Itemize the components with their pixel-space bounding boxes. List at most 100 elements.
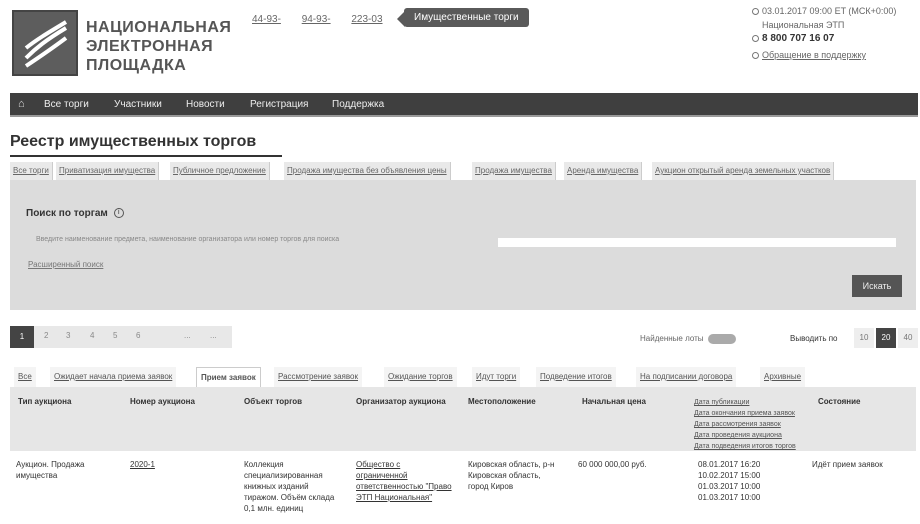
page-6[interactable]: 6 (136, 331, 140, 340)
col-location[interactable]: Местоположение (468, 397, 536, 406)
current-datetime: 03.01.2017 09:00 ET (МСК+0:00) (762, 6, 897, 16)
col-organizer[interactable]: Организатор аукциона (356, 397, 446, 406)
status-tab-all[interactable]: Все (14, 367, 36, 387)
cell-location-line-1: Кировская область, р-н (468, 460, 555, 469)
page-2[interactable]: 2 (44, 331, 48, 340)
per-page-label: Выводить по (790, 334, 838, 343)
nav-participants[interactable]: Участники (114, 99, 162, 110)
col-date-results[interactable]: Дата подведения итогов торгов (694, 441, 796, 452)
status-tab-results[interactable]: Подведение итогов (536, 367, 616, 387)
col-number[interactable]: Номер аукциона (130, 397, 195, 406)
phone-icon (752, 34, 759, 42)
contact-label: Национальная ЭТП (762, 20, 845, 30)
info-icon[interactable]: i (113, 208, 124, 219)
cell-date-3: 01.03.2017 10:00 (698, 482, 761, 491)
status-tab-in-progress[interactable]: Идут торги (472, 367, 521, 387)
phone-link-2[interactable]: 94-93- (302, 14, 331, 25)
page-3[interactable]: 3 (66, 331, 70, 340)
search-title: Поиск по торгам i (26, 208, 124, 219)
cell-location-line-2: Кировская область, (468, 471, 541, 480)
cell-date-2: 10.02.2017 15:00 (698, 471, 761, 480)
nav-news[interactable]: Новости (186, 99, 225, 110)
category-tab-public-offer[interactable]: Публичное предложение (170, 162, 270, 180)
per-page-10[interactable]: 10 (854, 328, 874, 348)
found-lots-label: Найденные лоты (640, 334, 704, 344)
support-phone[interactable]: 8 800 707 16 07 (762, 33, 834, 44)
main-navbar: ⌂ Все торги Участники Новости Регистраци… (10, 93, 918, 117)
table-row[interactable]: Аукцион. Продажа имущества 2020-1 Коллек… (10, 457, 916, 524)
nav-registration[interactable]: Регистрация (250, 99, 308, 110)
phone-link-3[interactable]: 223-03 (351, 14, 382, 25)
col-date-review[interactable]: Дата рассмотрения заявок (694, 419, 796, 430)
col-date-auction[interactable]: Дата проведения аукциона (694, 430, 796, 441)
extended-search-link[interactable]: Расширенный поиск (28, 260, 103, 269)
cell-organizer-line-3: ответственностью "Право (356, 482, 452, 491)
logo-line-1: НАЦИОНАЛЬНАЯ (86, 19, 232, 36)
col-price[interactable]: Начальная цена (582, 397, 646, 406)
cell-number[interactable]: 2020-1 (130, 459, 155, 470)
support-link[interactable]: Обращение в поддержку (762, 50, 866, 60)
phone-link-1[interactable]: 44-93- (252, 14, 281, 25)
cell-price: 60 000 000,00 руб. (578, 460, 647, 469)
home-icon[interactable]: ⌂ (18, 98, 25, 110)
col-object[interactable]: Объект торгов (244, 397, 302, 406)
logo-line-3: ПЛОЩАДКА (86, 57, 187, 74)
cell-dates: 08.01.2017 16:20 10.02.2017 15:00 01.03.… (698, 459, 760, 503)
found-lots: Найденные лоты (640, 334, 736, 344)
category-tab-rent[interactable]: Аренда имущества (564, 162, 643, 180)
search-input[interactable] (498, 238, 896, 247)
status-tab-review[interactable]: Рассмотрение заявок (274, 367, 362, 387)
cell-date-4: 01.03.2017 10:00 (698, 493, 761, 502)
category-tab-no-price[interactable]: Продажа имущества без объявления цены (284, 162, 451, 180)
col-date-end-accept[interactable]: Дата окончания приема заявок (694, 408, 796, 419)
found-count-badge (707, 334, 736, 344)
col-date-publication[interactable]: Дата публикации (694, 397, 796, 408)
nav-support[interactable]: Поддержка (332, 99, 384, 110)
logo-text: НАЦИОНАЛЬНАЯ ЭЛЕКТРОННАЯ ПЛОЩАДКА (86, 18, 231, 75)
status-tab-signing[interactable]: На подписании договора (636, 367, 737, 387)
cell-object-line-4: тиражом. Объём склада (244, 493, 335, 502)
question-icon (752, 52, 759, 60)
tab-property-auctions[interactable]: Имущественные торги (404, 8, 529, 27)
status-tab-awaiting[interactable]: Ожидает начала приема заявок (50, 367, 177, 387)
cell-organizer-line-2: ограниченной (356, 471, 408, 480)
cell-object-line-5: 0,1 млн. единиц (244, 504, 304, 513)
status-tab-accepting[interactable]: Прием заявок (196, 367, 261, 387)
cell-object-line-2: специализированная (244, 471, 323, 480)
page-title: Реестр имущественных торгов (10, 131, 282, 157)
table-header: Тип аукциона Номер аукциона Объект торго… (10, 387, 916, 451)
logo-icon[interactable] (12, 10, 78, 76)
per-page-40[interactable]: 40 (898, 328, 918, 348)
clock-icon (752, 8, 759, 16)
header: НАЦИОНАЛЬНАЯ ЭЛЕКТРОННАЯ ПЛОЩАДКА 44-93-… (0, 0, 920, 90)
pagination: 1 2 3 4 5 6 ... ... (10, 326, 232, 348)
cell-location-line-3: город Киров (468, 482, 514, 491)
cell-status: Идёт прием заявок (812, 460, 883, 469)
cell-object: Коллекция специализированная книжных изд… (244, 459, 334, 514)
col-type[interactable]: Тип аукциона (18, 397, 71, 406)
category-tab-all[interactable]: Все торги (10, 162, 53, 180)
logo-line-2: ЭЛЕКТРОННАЯ (86, 38, 214, 55)
category-tab-sale[interactable]: Продажа имущества (472, 162, 556, 180)
category-tab-privatization[interactable]: Приватизация имущества (56, 162, 160, 180)
status-tab-archive[interactable]: Архивные (760, 367, 806, 387)
nav-all-auctions[interactable]: Все торги (44, 99, 89, 110)
page-4[interactable]: 4 (90, 331, 94, 340)
status-tab-waiting-auction[interactable]: Ожидание торгов (384, 367, 457, 387)
page-1[interactable]: 1 (10, 326, 34, 348)
cell-type: Аукцион. Продажа имущества (16, 459, 85, 481)
page-5[interactable]: 5 (113, 331, 117, 340)
search-hint: Введите наименование предмета, наименова… (36, 236, 340, 243)
status-tabs: Все Ожидает начала приема заявок Прием з… (10, 367, 920, 387)
cell-organizer-line-4: ЭТП Национальная" (356, 493, 433, 502)
category-tab-land-rent[interactable]: Аукцион открытый аренда земельных участк… (652, 162, 835, 180)
page-ellipsis[interactable]: ... (184, 331, 191, 340)
cell-organizer-line-1: Общество с (356, 460, 401, 469)
col-status[interactable]: Состояние (818, 397, 860, 406)
search-panel: Поиск по торгам i Введите наименование пр… (10, 180, 916, 310)
per-page-20[interactable]: 20 (876, 328, 896, 348)
search-button[interactable]: Искать (852, 275, 902, 297)
page-last[interactable]: ... (210, 331, 217, 340)
cell-object-line-3: книжных изданий (244, 482, 309, 491)
cell-organizer[interactable]: Общество с ограниченной ответственностью… (356, 459, 452, 503)
